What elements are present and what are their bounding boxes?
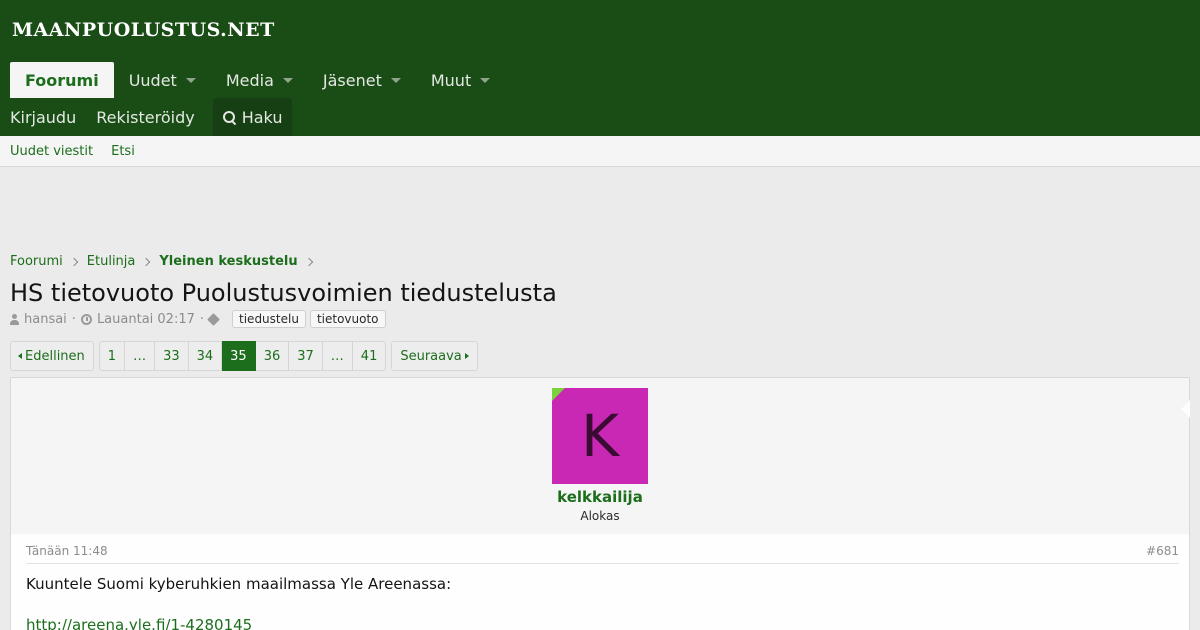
thread-date[interactable]: Lauantai 02:17 <box>97 312 195 327</box>
post-date[interactable]: Tänään 11:48 <box>26 544 108 558</box>
online-indicator-icon <box>552 388 565 401</box>
post-link[interactable]: http://areena.yle.fi/1-4280145 <box>26 616 252 630</box>
page-link[interactable]: 36 <box>255 341 290 371</box>
page-jump-ellipsis[interactable]: … <box>322 341 353 371</box>
avatar-letter: K <box>580 402 620 470</box>
new-posts-link[interactable]: Uudet viestit <box>10 144 93 159</box>
sub-nav: Uudet viestit Etsi <box>0 136 1200 167</box>
site-logo[interactable]: MAANPUOLUSTUS.NET <box>12 19 275 41</box>
tags-icon <box>209 314 223 325</box>
chevron-right-icon <box>304 257 313 266</box>
caret-right-icon <box>464 353 469 359</box>
find-link[interactable]: Etsi <box>111 144 135 159</box>
chevron-right-icon <box>69 257 79 266</box>
search-button[interactable]: Haku <box>212 98 293 136</box>
user-bar: Kirjaudu Rekisteröidy Haku <box>0 98 293 136</box>
thread-author[interactable]: hansai <box>24 312 67 327</box>
post-username[interactable]: kelkkailija <box>11 488 1189 506</box>
caret-down-icon[interactable] <box>390 77 401 83</box>
post-text: Kuuntele Suomi kyberuhkien maailmassa Yl… <box>26 575 452 593</box>
breadcrumb: Foorumi Etulinja Yleinen keskustelu <box>10 254 322 269</box>
page-link[interactable]: 37 <box>289 341 323 371</box>
breadcrumb-foorumi[interactable]: Foorumi <box>10 254 63 269</box>
post-user-block: K kelkkailija Alokas <box>11 378 1190 534</box>
register-link[interactable]: Rekisteröidy <box>86 98 205 136</box>
post-user-title: Alokas <box>580 509 620 523</box>
post-number[interactable]: #681 <box>1146 544 1179 558</box>
page-title: HS tietovuoto Puolustusvoimien tiedustel… <box>10 279 557 307</box>
breadcrumb-etulinja[interactable]: Etulinja <box>87 254 136 269</box>
post: K kelkkailija Alokas Tänään 11:48 #681 K… <box>10 377 1190 630</box>
tag-tietovuoto[interactable]: tietovuoto <box>309 310 386 328</box>
nav-item-jasenet[interactable]: Jäsenet <box>308 62 416 98</box>
page-link[interactable]: 33 <box>155 341 189 371</box>
chevron-right-icon <box>142 257 151 266</box>
avatar[interactable]: K <box>552 388 648 484</box>
meta-separator: · <box>199 311 205 327</box>
main-nav: Foorumi Uudet Media Jäsenet Muut <box>10 62 505 98</box>
arrow-notch <box>1181 400 1190 418</box>
clock-icon <box>80 313 92 325</box>
caret-down-icon[interactable] <box>480 77 491 83</box>
caret-down-icon[interactable] <box>185 77 196 83</box>
thread-meta: hansai · Lauantai 02:17 · tiedustelu tie… <box>10 310 386 328</box>
tag-tiedustelu[interactable]: tiedustelu <box>232 310 306 328</box>
login-link[interactable]: Kirjaudu <box>0 98 86 136</box>
page-jump-ellipsis[interactable]: … <box>125 341 156 371</box>
page-link-current[interactable]: 35 <box>222 341 256 371</box>
nav-item-uudet[interactable]: Uudet <box>114 62 211 98</box>
nav-item-muut[interactable]: Muut <box>416 62 505 98</box>
site-header: MAANPUOLUSTUS.NET Foorumi Uudet Media Jä… <box>0 0 1200 136</box>
page-link[interactable]: 41 <box>352 341 387 371</box>
caret-down-icon[interactable] <box>282 77 293 83</box>
post-header: Tänään 11:48 #681 <box>26 544 1179 564</box>
pagination: Edellinen 1 … 33 34 35 36 37 … 41 Seuraa… <box>10 341 478 371</box>
nav-item-media[interactable]: Media <box>211 62 308 98</box>
page-link[interactable]: 34 <box>188 341 223 371</box>
caret-left-icon <box>18 353 22 359</box>
prev-page-button[interactable]: Edellinen <box>10 341 94 371</box>
next-page-button[interactable]: Seuraava <box>391 341 478 371</box>
search-icon <box>222 110 236 124</box>
breadcrumb-yleinen-keskustelu[interactable]: Yleinen keskustelu <box>159 254 297 269</box>
nav-item-foorumi[interactable]: Foorumi <box>10 62 114 98</box>
page-link[interactable]: 1 <box>98 341 126 371</box>
meta-separator: · <box>71 311 76 327</box>
user-icon <box>10 313 19 325</box>
